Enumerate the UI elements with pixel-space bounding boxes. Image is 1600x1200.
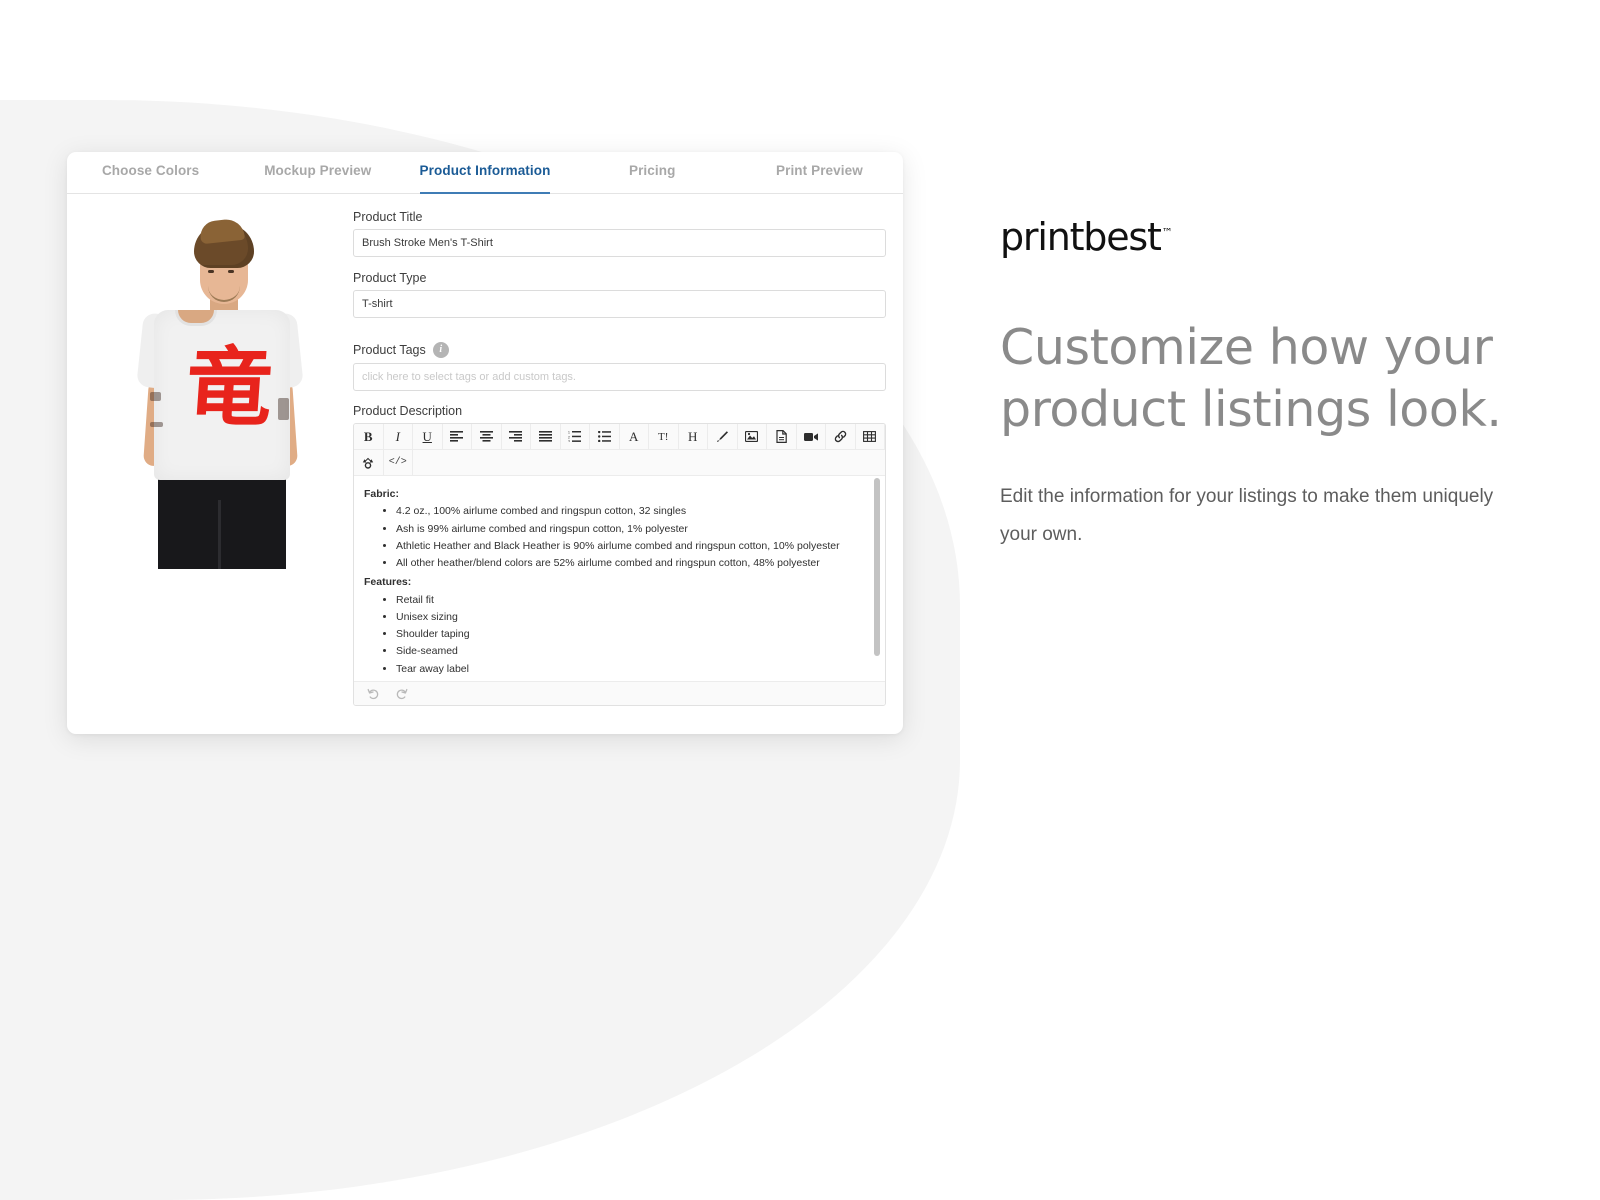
mockup-pane: 竜 [85,210,353,734]
insert-link-icon[interactable] [826,424,856,450]
description-section-heading: Fabric: [364,488,400,500]
product-description-label: Product Description [353,404,886,418]
model-beard [208,284,240,302]
product-tags-input[interactable] [353,363,886,391]
shirt-artwork: 竜 [182,337,276,438]
model-hair [194,224,254,268]
svg-text:3: 3 [568,440,570,443]
insert-table-icon[interactable] [855,424,885,450]
product-type-label-text: Product Type [353,271,427,285]
product-title-label: Product Title [353,210,886,224]
editor-content-area[interactable]: Fabric: 4.2 oz., 100% airlume combed and… [354,476,885,681]
list-item: Side-seamed [396,643,859,659]
marketing-panel: printbest™ Customize how your product li… [1000,215,1540,553]
printbest-logo: printbest™ [1000,215,1173,259]
model-tattoo [150,422,163,427]
tab-bar: Choose Colors Mockup Preview Product Inf… [67,152,903,194]
product-mockup-image: 竜 [124,222,314,569]
model-eye [228,270,234,273]
svg-text:1: 1 [568,431,570,435]
brand-name: printbest [1000,215,1162,259]
heading-icon[interactable]: H [678,424,708,450]
code-view-icon[interactable]: </> [383,450,413,476]
list-item: Ash is 99% airlume combed and ringspun c… [396,521,859,537]
editor-scrollbar-thumb[interactable] [874,478,880,656]
editor-footer [354,681,885,705]
rich-text-editor: B I U 123 A T! H </> Fabric: • 4.2 oz., … [353,423,886,706]
product-description-label-text: Product Description [353,404,463,418]
insert-image-icon[interactable] [737,424,767,450]
list-item: All other heather/blend colors are 52% a… [396,555,859,571]
font-family-icon[interactable]: A [619,424,649,450]
toolbar-spacer [413,450,885,476]
marketing-subtext: Edit the information for your listings t… [1000,486,1494,545]
editor-toolbar-row-2: </> [354,450,885,476]
bold-icon[interactable]: B [354,424,384,450]
ordered-list-icon[interactable]: 123 [560,424,590,450]
model-tattoo [150,392,161,401]
marketing-heading: Customize how your product listings look… [1000,319,1502,438]
model-tattoo [278,398,289,420]
tab-product-information[interactable]: Product Information [401,158,568,194]
product-information-form: Product Title Product Type Product Tags … [353,210,903,734]
product-tags-label-text: Product Tags [353,343,426,357]
tab-choose-colors[interactable]: Choose Colors [67,158,234,193]
brush-color-icon[interactable] [708,424,738,450]
list-item: Shoulder taping [396,626,859,642]
insert-video-icon[interactable] [796,424,826,450]
list-item: 4.2 oz., 100% airlume combed and ringspu… [396,503,859,519]
product-editor-card: Choose Colors Mockup Preview Product Inf… [67,152,903,734]
unordered-list-icon[interactable] [590,424,620,450]
description-list: Retail fit Unisex sizing Shoulder taping… [364,592,859,677]
align-right-icon[interactable] [501,424,531,450]
align-center-icon[interactable] [472,424,502,450]
card-body: 竜 Product Title Brush Stroke Men's T-Shi… [67,194,903,734]
list-item: Unisex sizing [396,609,859,625]
description-section-heading: Features: [364,576,412,589]
underline-icon[interactable]: U [413,424,443,450]
tab-mockup-preview[interactable]: Mockup Preview [234,158,401,193]
tab-pricing[interactable]: Pricing [569,158,736,193]
editor-toolbar-row-1: B I U 123 A T! H [354,424,885,450]
undo-icon[interactable] [362,684,384,704]
editor-scrollbar[interactable] [874,478,880,679]
trademark-icon: ™ [1161,226,1173,240]
info-icon[interactable]: i [432,342,449,358]
list-item: Tear away label [396,661,859,677]
product-type-label: Product Type [353,271,886,285]
product-type-input[interactable] [353,290,886,318]
redo-icon[interactable] [390,684,412,704]
product-tags-label: Product Tags i [353,342,886,358]
product-title-label-text: Product Title [353,210,423,224]
insert-file-icon[interactable] [767,424,797,450]
product-title-input[interactable] [353,229,886,257]
description-list: 4.2 oz., 100% airlume combed and ringspu… [364,503,859,571]
model-pants [158,474,286,569]
list-item: Athletic Heather and Black Heather is 90… [396,538,859,554]
align-justify-icon[interactable] [531,424,561,450]
font-size-icon[interactable]: T! [649,424,679,450]
align-left-icon[interactable] [442,424,472,450]
list-item: Retail fit [396,592,859,608]
model-eye [208,270,214,273]
clear-formatting-icon[interactable] [354,450,384,476]
tab-print-preview[interactable]: Print Preview [736,158,903,193]
italic-icon[interactable]: I [383,424,413,450]
